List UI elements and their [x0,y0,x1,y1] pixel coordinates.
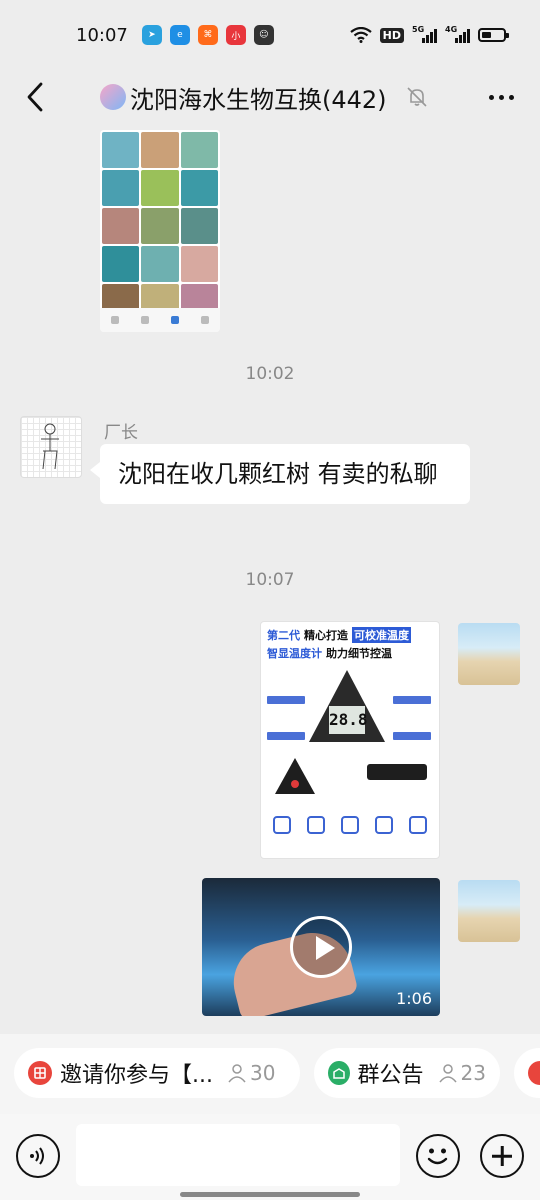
mute-bell-icon [406,87,427,107]
signal-5g-icon: 5G [412,25,437,43]
chat-title: 沈阳海水生物互换(442) [130,85,387,114]
group-emoji-icon [100,84,126,110]
timestamp: 10:02 [245,364,295,384]
pinned-items-bar: 邀请你参与【... 30 群公告 23 [0,1034,540,1114]
orange-app-icon: ⌘ [197,25,218,45]
announcement-icon [328,1061,350,1085]
thermometer-display: 28.8 [329,706,368,734]
text-message-bubble[interactable]: 沈阳在收几颗红树 有卖的私聊 [90,444,470,504]
chat-header: 沈阳海水生物互换(442) [0,70,540,124]
wifi-icon [349,27,372,43]
chat-message-list[interactable]: 10:02 厂长 沈阳在收几颗红树 有卖的私聊 10:07 第二代 精心打造 可校准… [0,124,540,1034]
chat-title-wrap[interactable]: 沈阳海水生物互换(442) [100,80,429,114]
sender-name: 厂长 [104,423,138,443]
chevron-left-icon [27,82,43,112]
participant-count: 23 [438,1061,486,1085]
message-text-input[interactable] [76,1124,400,1186]
sender-avatar[interactable] [20,416,82,478]
home-indicator [180,1192,360,1197]
smiley-icon [427,1148,448,1165]
my-avatar[interactable] [458,623,520,685]
status-time: 10:07 [76,24,128,46]
image-message-screenshot[interactable] [100,130,220,332]
participant-count: 30 [227,1061,275,1085]
back-button[interactable] [18,80,52,114]
person-icon [228,1064,246,1083]
edge-browser-icon: e [169,25,190,45]
voice-input-button[interactable] [16,1134,60,1178]
battery-icon [478,28,509,42]
telegram-icon: ➤ [141,25,162,45]
more-functions-button[interactable] [480,1134,524,1178]
video-message[interactable]: 1:06 [202,878,440,1016]
message-input-bar [0,1114,540,1200]
red-badge-app-icon: 小 [225,25,246,45]
hd-badge: HD [379,27,404,43]
pinned-more-item[interactable] [514,1048,540,1098]
invite-icon [28,1061,52,1085]
play-icon[interactable] [290,916,352,978]
timestamp: 10:07 [245,570,295,590]
signal-4g-icon: 4G [445,25,470,43]
pinned-invite-item[interactable]: 邀请你参与【... 30 [14,1048,300,1098]
person-icon [438,1064,457,1083]
more-options-button[interactable] [484,82,518,112]
voice-icon [30,1147,44,1165]
status-indicators: HD 5G 4G [349,25,509,43]
robot-app-icon: ☺ [253,25,274,45]
my-avatar[interactable] [458,880,520,942]
product-image-message[interactable]: 第二代 精心打造 可校准温度 智显温度计 助力细节控温 28.8 [260,621,440,859]
video-duration: 1:06 [396,989,432,1008]
pinned-announcement-item[interactable]: 群公告 23 [314,1048,500,1098]
emoji-button[interactable] [416,1134,460,1178]
status-app-icons: ➤ e ⌘ 小 ☺ [141,25,274,45]
status-bar: 10:07 ➤ e ⌘ 小 ☺ HD 5G 4G [0,0,540,70]
